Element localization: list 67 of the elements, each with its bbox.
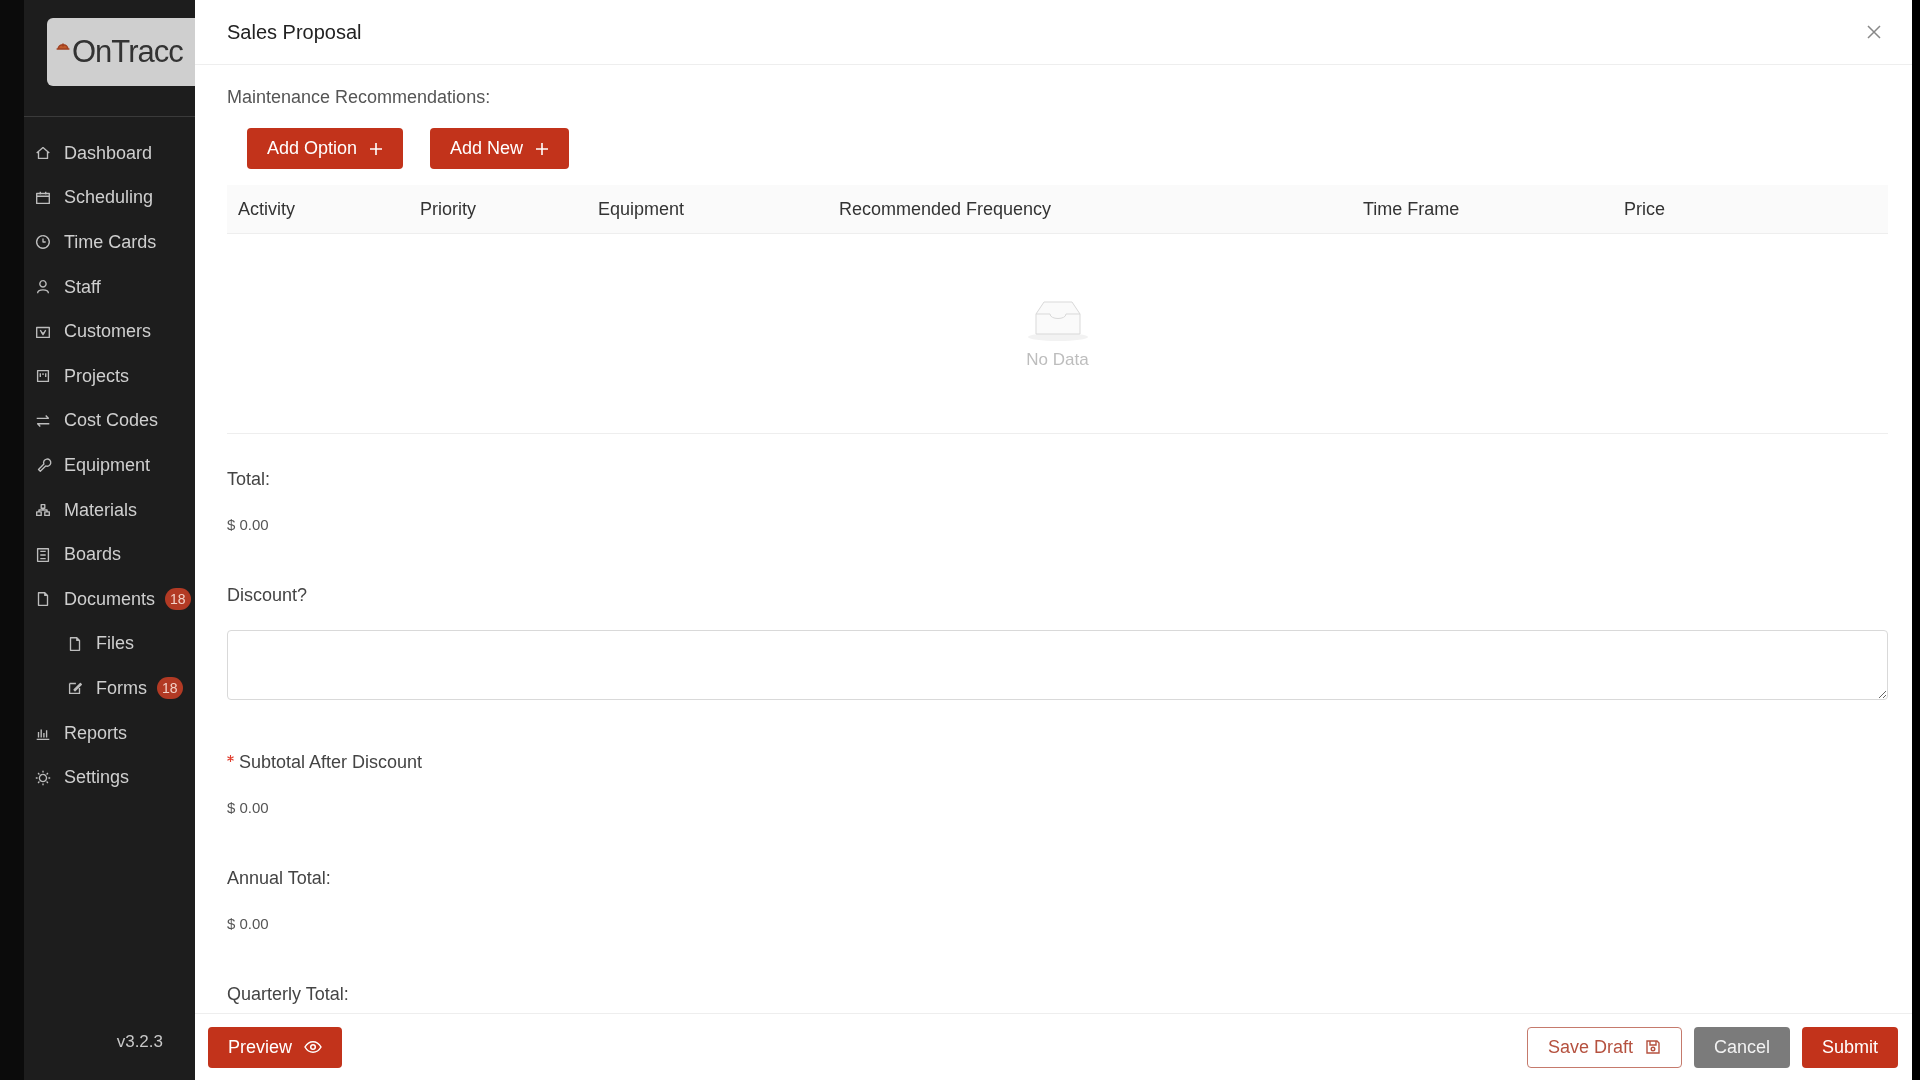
nav-label: Dashboard (64, 142, 153, 164)
eye-icon (304, 1041, 323, 1053)
nav-icon (34, 768, 52, 787)
close-icon[interactable] (1866, 24, 1882, 40)
nav-label: Forms (96, 677, 147, 699)
column-header: Equipment (598, 198, 686, 220)
nav-label: Boards (64, 544, 122, 566)
version-label: v3.2.3 (115, 1032, 164, 1052)
save-draft-button[interactable]: Save Draft (1526, 1026, 1682, 1068)
section-label: Maintenance Recommendations: (227, 87, 492, 108)
floppy-disk-icon (1644, 1039, 1661, 1055)
field-label: Total: (227, 469, 271, 490)
field-label: Annual Total: (227, 868, 331, 889)
discount-field[interactable] (227, 630, 1888, 700)
nav-item[interactable]: Reports (24, 710, 195, 756)
nav-item[interactable]: Dashboard (24, 131, 195, 176)
field-label: Quarterly Total: (227, 984, 349, 1005)
nav-label: Time Cards (64, 232, 157, 253)
nav-label: Cost Codes (64, 410, 159, 432)
add-button[interactable]: Add Option (247, 128, 404, 169)
nav-item[interactable]: Scheduling (24, 175, 195, 221)
column-header: Time Frame (1363, 198, 1461, 220)
nav-item[interactable]: Staff (24, 264, 195, 310)
nav-item[interactable]: Time Cards (24, 220, 195, 265)
count-badge: 18 (165, 588, 191, 611)
count-badge: 18 (157, 677, 183, 700)
amount-value: $ 0.00 (227, 915, 270, 932)
submit-button[interactable]: Submit (1801, 1026, 1898, 1068)
nav-icon (34, 545, 52, 564)
nav-label: Equipment (64, 454, 151, 476)
nav-item[interactable]: Equipment (24, 443, 195, 488)
nav-item[interactable]: Cost Codes (24, 398, 195, 444)
nav-icon (34, 233, 52, 252)
field-label: Discount? (227, 585, 308, 606)
nav-label: Files (96, 633, 134, 655)
nav-label: Staff (64, 276, 101, 298)
nav-label: Projects (64, 365, 130, 387)
column-header: Price (1624, 198, 1666, 220)
nav-item[interactable]: Materials (24, 487, 195, 533)
nav-item[interactable]: Settings (24, 755, 195, 800)
column-header: Recommended Frequency (839, 198, 1053, 220)
amount-value: $ 0.00 (227, 799, 270, 816)
plus-icon (535, 141, 550, 156)
modal-title: Sales Proposal (227, 20, 362, 44)
plus-icon (369, 141, 384, 156)
nav-subitem[interactable]: Files (24, 621, 195, 667)
add-button[interactable]: Add New (430, 128, 570, 169)
nav-item[interactable]: Documents 18 (24, 576, 195, 622)
cancel-button[interactable]: Cancel (1693, 1026, 1790, 1068)
empty-text: No Data (1026, 349, 1089, 370)
nav-item[interactable]: Customers (24, 309, 195, 354)
nav-label: Scheduling (64, 187, 154, 209)
nav-item[interactable]: Boards (24, 532, 195, 577)
logo-text: OnTracc (72, 34, 183, 70)
nav-label: Materials (64, 499, 138, 521)
nav-label: Reports (64, 722, 128, 744)
column-header: Priority (420, 198, 477, 220)
field-label: Subtotal After Discount (239, 752, 423, 773)
nav-subitem[interactable]: Forms 18 (24, 666, 195, 711)
amount-value: $ 0.00 (227, 516, 270, 533)
nav-label: Customers (64, 321, 152, 343)
column-header: Activity (238, 198, 296, 220)
nav-label: Documents (64, 588, 156, 610)
preview-button[interactable]: Preview (208, 1026, 343, 1068)
nav-item[interactable]: Projects (24, 353, 195, 399)
required-mark-icon (227, 755, 234, 762)
nav-label: Settings (64, 767, 130, 789)
